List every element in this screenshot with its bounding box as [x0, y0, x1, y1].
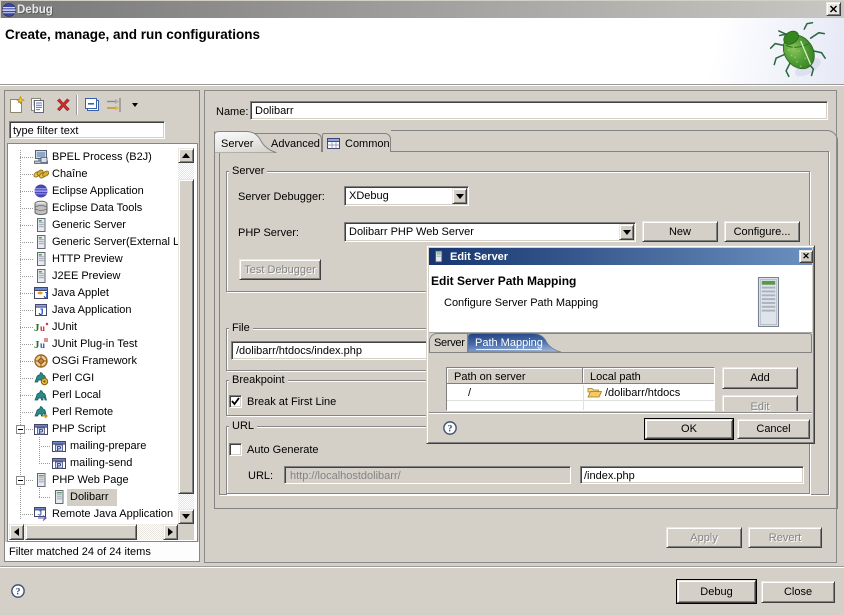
svg-text:P: P [57, 446, 62, 453]
svg-text:J: J [38, 511, 42, 518]
svg-text:J: J [44, 291, 48, 300]
svg-text:J: J [38, 307, 43, 317]
svg-text:?: ? [16, 587, 21, 598]
svg-text:u: u [40, 323, 45, 333]
svg-text:P: P [57, 463, 62, 470]
svg-text:P: P [39, 429, 44, 436]
svg-text:?: ? [448, 424, 453, 435]
